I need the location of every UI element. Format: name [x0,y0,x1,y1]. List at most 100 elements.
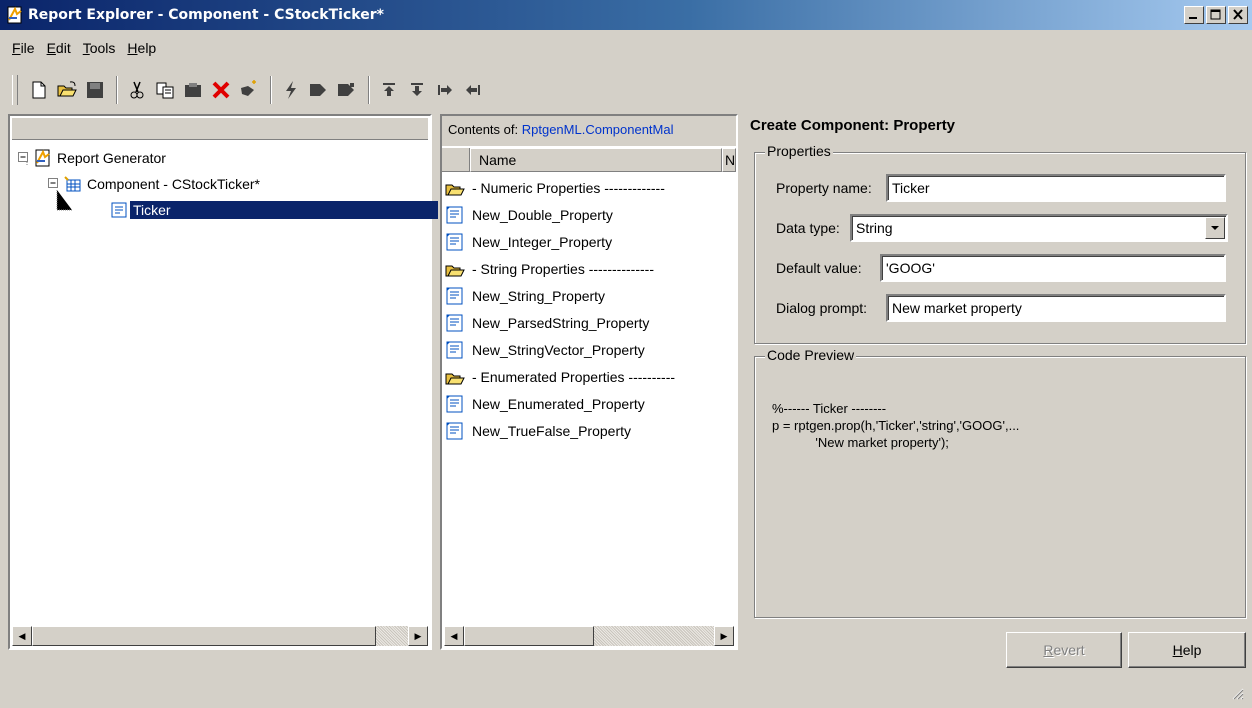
report-generator-icon [34,149,52,167]
menu-file[interactable]: File [6,37,41,61]
status-bar [6,680,1246,702]
minimize-button[interactable] [1184,6,1204,24]
list-item[interactable]: New_ParsedString_Property [444,309,649,336]
resize-grip-icon[interactable] [1230,686,1244,700]
toolbar-separator [368,76,370,104]
outline-tree[interactable]: Report Generator Component - CStockTicke… [8,114,438,650]
move-down-button[interactable] [404,77,430,103]
toolbar-separator [270,76,272,104]
property-name-input[interactable]: Ticker [886,174,1226,202]
column-next[interactable]: N [722,148,736,172]
menu-edit[interactable]: Edit [41,37,77,61]
generate-report-button[interactable] [278,77,304,103]
list-item[interactable]: New_String_Property [444,282,605,309]
column-name[interactable]: Name [470,148,722,172]
list-group-header[interactable]: - Numeric Properties ------------- [444,174,665,201]
close-button[interactable] [1228,6,1248,24]
scroll-thumb[interactable] [464,626,594,646]
close-icon [1233,9,1243,20]
maximize-button[interactable] [1206,6,1226,24]
list-item[interactable]: New_Double_Property [444,201,613,228]
move-up-icon [383,83,395,96]
list-item[interactable]: New_Integer_Property [444,228,612,255]
promote-button[interactable] [460,77,486,103]
property-icon [444,204,466,226]
help-button[interactable]: Help [1128,632,1246,668]
add-component-button[interactable] [236,77,262,103]
collapse-icon[interactable] [48,178,60,190]
scroll-track[interactable] [464,626,714,646]
new-icon [32,81,46,99]
property-icon [444,420,466,442]
contents-horizontal-scrollbar[interactable]: ◀ ▶ [444,626,734,646]
list-item-label: New_Integer_Property [472,233,613,250]
tree-node-ticker[interactable]: Ticker [110,200,438,220]
demote-icon [438,85,452,95]
generate-icon [286,81,296,99]
default-value-label: Default value: [776,260,862,276]
dialog-prompt-input[interactable]: New market property [886,294,1226,322]
data-type-select[interactable]: String [850,214,1228,242]
save-button[interactable] [82,77,108,103]
scroll-left-button[interactable]: ◀ [12,626,32,646]
tree-node-label: Ticker [130,201,438,219]
menu-tools[interactable]: Tools [77,37,122,61]
list-item[interactable]: New_TrueFalse_Property [444,417,631,444]
report-explorer-icon [6,6,24,24]
scroll-left-button[interactable]: ◀ [444,626,464,646]
toolbar-separator [116,76,118,104]
open-button[interactable] [54,77,80,103]
promote-icon [466,85,480,95]
contents-link[interactable]: RptgenML.ComponentMal [522,122,674,137]
tree-node-component[interactable]: Component - CStockTicker* [48,174,263,194]
title-bar: Report Explorer - Component - CStockTick… [0,0,1252,30]
scroll-track[interactable] [32,626,408,646]
code-line: %------ Ticker -------- [772,401,887,416]
list-item-label: New_Enumerated_Property [472,395,645,412]
scroll-right-button[interactable]: ▶ [408,626,428,646]
dropdown-arrow-button[interactable] [1205,217,1225,239]
list-item[interactable]: New_Enumerated_Property [444,390,645,417]
scroll-thumb[interactable] [32,626,376,646]
cut-button[interactable] [124,77,150,103]
minimize-icon [1189,17,1197,19]
paste-button[interactable] [180,77,206,103]
list-item-label: - Enumerated Properties ---------- [472,368,676,385]
add-component-icon [241,80,256,96]
list-item-label: - Numeric Properties ------------- [472,179,665,196]
delete-button[interactable] [208,77,234,103]
copy-icon [156,82,174,99]
toolbar [12,70,592,110]
dialog-prompt-label: Dialog prompt: [776,300,868,316]
move-up-button[interactable] [376,77,402,103]
report-icon [310,84,326,96]
code-preview-label: Code Preview [765,347,857,363]
tree-node-report-generator[interactable]: Report Generator [18,148,169,168]
list-group-header[interactable]: - Enumerated Properties ---------- [444,363,675,390]
toolbar-grip[interactable] [12,75,18,105]
list-group-header[interactable]: - String Properties -------------- [444,255,654,282]
copy-button[interactable] [152,77,178,103]
data-type-label: Data type: [776,220,840,236]
menu-help[interactable]: Help [121,37,162,61]
demote-button[interactable] [432,77,458,103]
window-title: Report Explorer - Component - CStockTick… [28,7,384,23]
collapse-icon[interactable] [18,152,30,164]
chevron-down-icon [1211,226,1219,230]
contents-panel: Contents of: RptgenML.ComponentMal Name … [440,114,738,650]
tree-horizontal-scrollbar[interactable]: ◀ ▶ [12,626,428,646]
property-icon [110,201,128,219]
maximize-icon [1210,9,1221,20]
list-item[interactable]: New_StringVector_Property [444,336,645,363]
component-icon [64,175,82,193]
report-button[interactable] [306,77,332,103]
tree-node-label: Component - CStockTicker* [87,176,260,192]
report-options-button[interactable] [334,77,360,103]
property-icon [444,312,466,334]
scroll-right-button[interactable]: ▶ [714,626,734,646]
new-button[interactable] [26,77,52,103]
property-icon [444,285,466,307]
revert-button[interactable]: Revert [1006,632,1122,668]
save-icon [87,82,103,98]
default-value-input[interactable]: 'GOOG' [880,254,1226,282]
